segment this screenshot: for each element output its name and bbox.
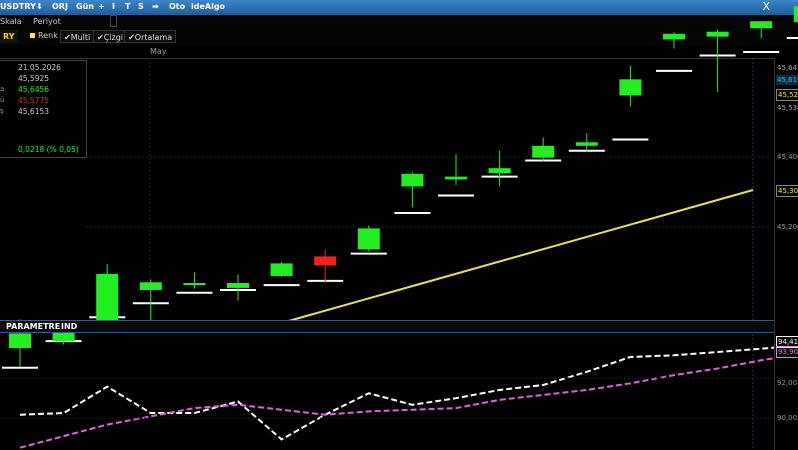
- candle-body: [314, 256, 337, 266]
- candle-body: [96, 273, 119, 325]
- price-chart[interactable]: [0, 0, 798, 450]
- candle-body: [793, 6, 798, 23]
- candle-body: [706, 31, 729, 37]
- candle-body: [227, 283, 249, 288]
- ind-tab[interactable]: IND: [61, 322, 77, 331]
- candle-body: [663, 33, 685, 40]
- candle-body: [619, 79, 642, 96]
- info-close: 45,6153: [18, 107, 50, 116]
- price-label-high: 45,647: [777, 64, 798, 72]
- price-label-trend: 45,301: [776, 185, 798, 197]
- parametre-tab[interactable]: PARAMETRE: [6, 322, 60, 331]
- ohlc-info-box: 21.05.2026 45,5925 a 45,6456 ü 45,5775 ş…: [0, 60, 87, 158]
- candle-body: [9, 333, 31, 349]
- candle-body: [532, 145, 555, 158]
- indicator-line-2: [19, 353, 798, 449]
- price-label-current: 45,615: [776, 75, 798, 85]
- info-open: 45,5925: [18, 74, 50, 83]
- price-tick: 45,400: [777, 153, 798, 161]
- ind-label-b: 93,906: [776, 346, 798, 358]
- price-tick: 45,200: [777, 223, 798, 231]
- trend-line: [284, 189, 754, 323]
- ind-tick: 90,00: [777, 414, 798, 422]
- candle-body: [183, 283, 206, 285]
- candle-body: [139, 282, 162, 290]
- candle-body: [488, 168, 511, 174]
- price-axis: [774, 58, 798, 450]
- info-date: 21.05.2026: [18, 63, 61, 72]
- candle-body: [357, 228, 380, 250]
- ind-tick: 92,00: [777, 379, 798, 387]
- lower-panel-tabs: PARAMETRE IND: [0, 320, 774, 333]
- indicator-line-1: [19, 344, 798, 441]
- candle-body: [575, 142, 598, 146]
- info-key-low: ü: [0, 96, 5, 104]
- info-key-close: ş: [0, 107, 4, 115]
- candle-body: [445, 176, 467, 180]
- candle-body: [270, 263, 293, 276]
- info-key-high: a: [0, 85, 5, 93]
- price-label-ma: 45,523: [776, 89, 798, 101]
- candle-body: [750, 21, 773, 29]
- info-high: 45,6456: [18, 85, 50, 94]
- info-change: 0,0218 (% 0,05): [18, 145, 79, 154]
- price-label-open: 45,538: [777, 104, 798, 112]
- candle-body: [401, 173, 424, 187]
- info-low: 45,5775: [18, 96, 50, 105]
